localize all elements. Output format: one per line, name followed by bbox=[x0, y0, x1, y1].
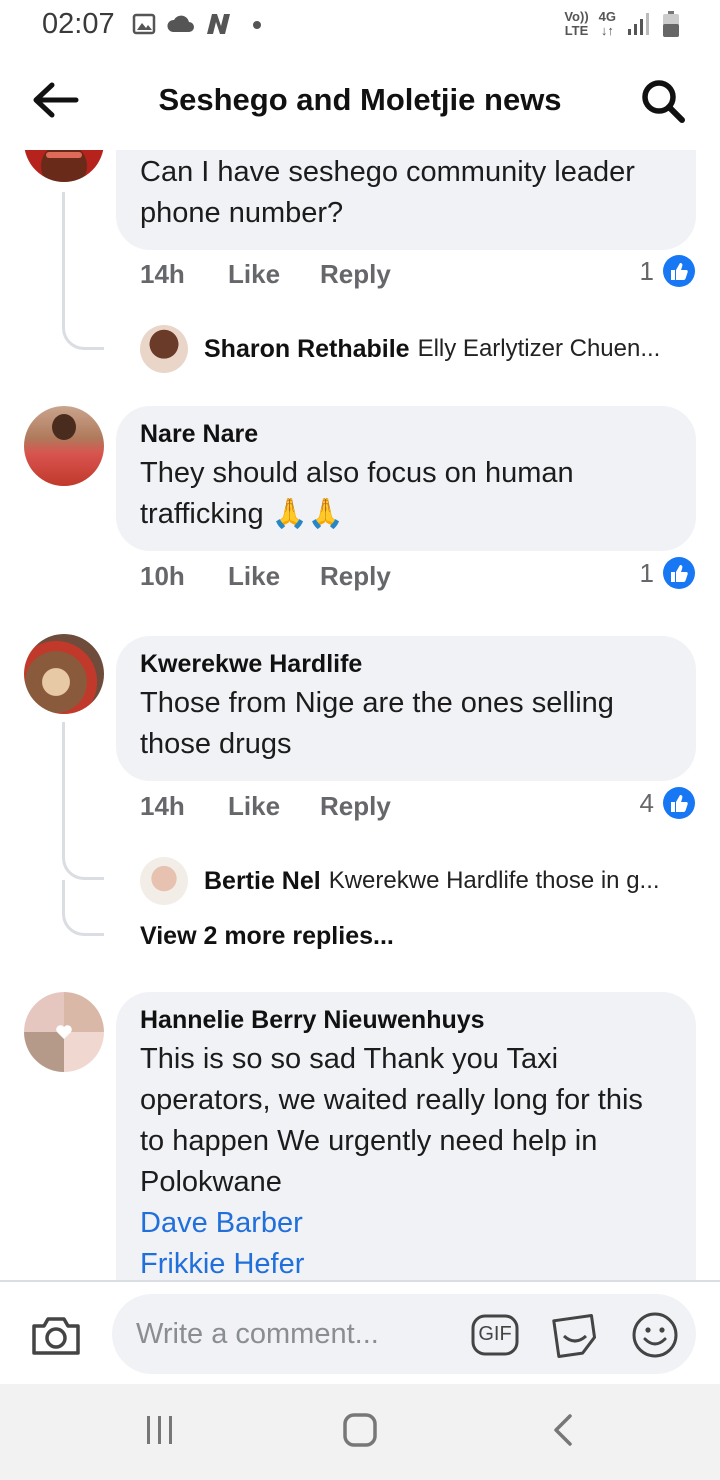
page-title: Seshego and Moletjie news bbox=[158, 82, 562, 117]
view-more-replies[interactable]: View 2 more replies... bbox=[140, 922, 394, 951]
comment-text: Those from Nige are the ones selling tho… bbox=[140, 687, 614, 760]
like-button[interactable]: Like bbox=[228, 791, 320, 822]
comment-age: 14h bbox=[140, 258, 185, 289]
reaction-count: 4 bbox=[639, 787, 654, 818]
reply-author[interactable]: Sharon Rethabile bbox=[204, 335, 410, 364]
network-label-bottom: LTE bbox=[564, 23, 589, 38]
gif-button[interactable]: GIF bbox=[470, 1310, 520, 1360]
comment-text: This is so so sad Thank you Taxi operato… bbox=[140, 1043, 643, 1198]
reply-preview[interactable]: Sharon Rethabile Elly Earlytizer Chuen..… bbox=[140, 324, 700, 374]
search-icon[interactable] bbox=[640, 78, 686, 124]
heart-icon bbox=[56, 1025, 72, 1039]
comment-text: Can I have seshego community leader phon… bbox=[140, 156, 635, 229]
comment-age: 14h bbox=[140, 790, 185, 821]
signal-icon bbox=[628, 13, 649, 35]
reply-avatar[interactable] bbox=[140, 325, 188, 373]
comments-list[interactable]: Can I have seshego community leader phon… bbox=[0, 150, 720, 1280]
comment-avatar[interactable] bbox=[24, 406, 104, 486]
reaction-summary[interactable]: 1 bbox=[640, 556, 696, 590]
like-button[interactable]: Like bbox=[228, 561, 320, 592]
like-reaction-icon bbox=[663, 787, 695, 819]
comment-input-box[interactable]: GIF bbox=[112, 1294, 696, 1374]
reply-preview[interactable]: Bertie Nel Kwerekwe Hardlife those in g.… bbox=[140, 856, 700, 906]
app-header: Seshego and Moletjie news bbox=[0, 52, 720, 150]
mention-link[interactable]: Dave Barber bbox=[140, 1203, 672, 1244]
recent-apps-icon[interactable] bbox=[144, 1412, 176, 1448]
network-label-top: Vo)) bbox=[564, 9, 589, 24]
comment-meta: 14h Like Reply bbox=[140, 256, 391, 292]
comment-bubble[interactable]: Can I have seshego community leader phon… bbox=[116, 150, 696, 250]
data-label-top: 4G bbox=[598, 9, 616, 24]
home-icon[interactable] bbox=[342, 1412, 378, 1448]
reply-text: Elly Earlytizer Chuen... bbox=[417, 335, 661, 362]
gif-label: GIF bbox=[478, 1323, 512, 1345]
reply-text: Kwerekwe Hardlife those in g... bbox=[328, 867, 660, 894]
comment-bubble[interactable]: Nare Nare They should also focus on huma… bbox=[116, 406, 696, 551]
reply-button[interactable]: Reply bbox=[320, 561, 391, 592]
comment-avatar[interactable] bbox=[24, 150, 104, 182]
reaction-summary[interactable]: 4 bbox=[640, 786, 696, 820]
status-bar: 02:07 Vo)) LTE 4G ↓↑ bbox=[0, 0, 720, 52]
thread-line bbox=[62, 880, 104, 936]
status-indicators: Vo)) LTE 4G ↓↑ bbox=[564, 10, 680, 38]
n-app-icon bbox=[207, 14, 230, 34]
sticker-icon[interactable] bbox=[550, 1310, 600, 1360]
cloud-icon bbox=[167, 15, 194, 32]
comment-bubble[interactable]: Hannelie Berry Nieuwenhuys This is so so… bbox=[116, 992, 696, 1280]
like-reaction-icon bbox=[663, 557, 695, 589]
comment-author[interactable]: Nare Nare bbox=[140, 420, 672, 449]
reply-author[interactable]: Bertie Nel bbox=[204, 867, 321, 896]
comment-author[interactable]: Kwerekwe Hardlife bbox=[140, 650, 672, 679]
reply-avatar[interactable] bbox=[140, 857, 188, 905]
mention-link[interactable]: Frikkie Hefer bbox=[140, 1244, 672, 1280]
thread-line bbox=[62, 192, 104, 350]
dot-icon bbox=[253, 21, 261, 29]
comment-author[interactable]: Hannelie Berry Nieuwenhuys bbox=[140, 1006, 672, 1035]
battery-icon bbox=[663, 11, 679, 37]
comment-input[interactable] bbox=[136, 1312, 456, 1356]
comment-age: 10h bbox=[140, 560, 185, 591]
reaction-summary[interactable]: 1 bbox=[640, 254, 696, 288]
status-time: 02:07 bbox=[42, 8, 115, 40]
reaction-count: 1 bbox=[639, 557, 654, 588]
data-label-bottom: ↓↑ bbox=[600, 23, 614, 38]
comment-text: They should also focus on human traffick… bbox=[140, 457, 574, 530]
like-reaction-icon bbox=[663, 255, 695, 287]
emoji-icon[interactable] bbox=[630, 1310, 680, 1360]
reply-button[interactable]: Reply bbox=[320, 259, 391, 290]
back-icon[interactable] bbox=[550, 1412, 576, 1448]
like-button[interactable]: Like bbox=[228, 259, 320, 290]
comment-meta: 14h Like Reply bbox=[140, 788, 391, 824]
system-nav-bar bbox=[0, 1384, 720, 1480]
reply-button[interactable]: Reply bbox=[320, 791, 391, 822]
comment-meta: 10h Like Reply bbox=[140, 558, 391, 594]
comment-bubble[interactable]: Kwerekwe Hardlife Those from Nige are th… bbox=[116, 636, 696, 781]
thread-line bbox=[62, 722, 104, 880]
camera-icon[interactable] bbox=[30, 1312, 82, 1358]
comment-composer: GIF bbox=[0, 1280, 720, 1384]
comment-avatar[interactable] bbox=[24, 992, 104, 1072]
comment-avatar[interactable] bbox=[24, 634, 104, 714]
reaction-count: 1 bbox=[639, 255, 654, 286]
image-icon bbox=[132, 13, 156, 35]
